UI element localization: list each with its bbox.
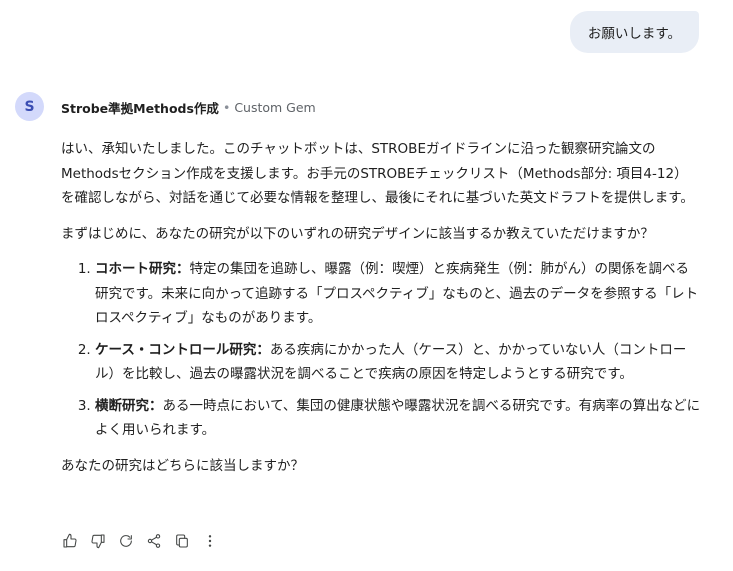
gem-name[interactable]: Strobe準拠Methods作成 (61, 98, 219, 117)
response-question: まずはじめに、あなたの研究が以下のいずれの研究デザインに該当するか教えていただけ… (61, 225, 654, 242)
share-icon[interactable] (145, 532, 163, 550)
response-actions (61, 532, 219, 550)
response-header: Strobe準拠Methods作成 • Custom Gem (61, 98, 316, 117)
more-vert-icon[interactable] (201, 532, 219, 550)
regenerate-icon[interactable] (117, 532, 135, 550)
design-list: コホート研究：特定の集団を追跡し、曝露（例：喫煙）と疾病発生（例：肺がん）の関係… (61, 257, 701, 443)
gem-avatar: S (15, 92, 44, 121)
response-intro: はい、承知いたしました。このチャットボットは、STROBEガイドラインに沿った観… (61, 141, 694, 206)
copy-icon[interactable] (173, 532, 191, 550)
user-message-text: お願いします。 (587, 26, 681, 42)
list-item: コホート研究：特定の集団を追跡し、曝露（例：喫煙）と疾病発生（例：肺がん）の関係… (95, 257, 701, 331)
gem-type-label: Custom Gem (234, 100, 316, 115)
header-separator: • (222, 100, 231, 115)
thumbs-up-icon[interactable] (61, 532, 79, 550)
list-item: 横断研究：ある一時点において、集団の健康状態や曝露状況を調べる研究です。有病率の… (95, 394, 701, 443)
design-title-sep: ： (176, 261, 190, 277)
user-message-bubble: お願いします。 (569, 11, 699, 53)
thumbs-down-icon[interactable] (89, 532, 107, 550)
model-response: はい、承知いたしました。このチャットボットは、STROBEガイドラインに沿った観… (61, 137, 701, 489)
design-title: 横断研究 (95, 397, 149, 414)
chat-view: お願いします。 S Strobe準拠Methods作成 • Custom Gem… (0, 0, 733, 571)
design-title: コホート研究 (95, 261, 176, 277)
gem-avatar-letter: S (24, 98, 35, 115)
list-item: ケース・コントロール研究：ある疾病にかかった人（ケース）と、かかっていない人（コ… (95, 338, 701, 387)
response-closing: あなたの研究はどちらに該当しますか？ (61, 457, 304, 474)
design-description: ある一時点において、集団の健康状態や曝露状況を調べる研究です。有病率の算出などに… (95, 397, 701, 439)
design-title-sep: ： (256, 341, 270, 358)
design-title-sep: ： (149, 397, 163, 414)
design-title: ケース・コントロール研究 (95, 341, 257, 358)
